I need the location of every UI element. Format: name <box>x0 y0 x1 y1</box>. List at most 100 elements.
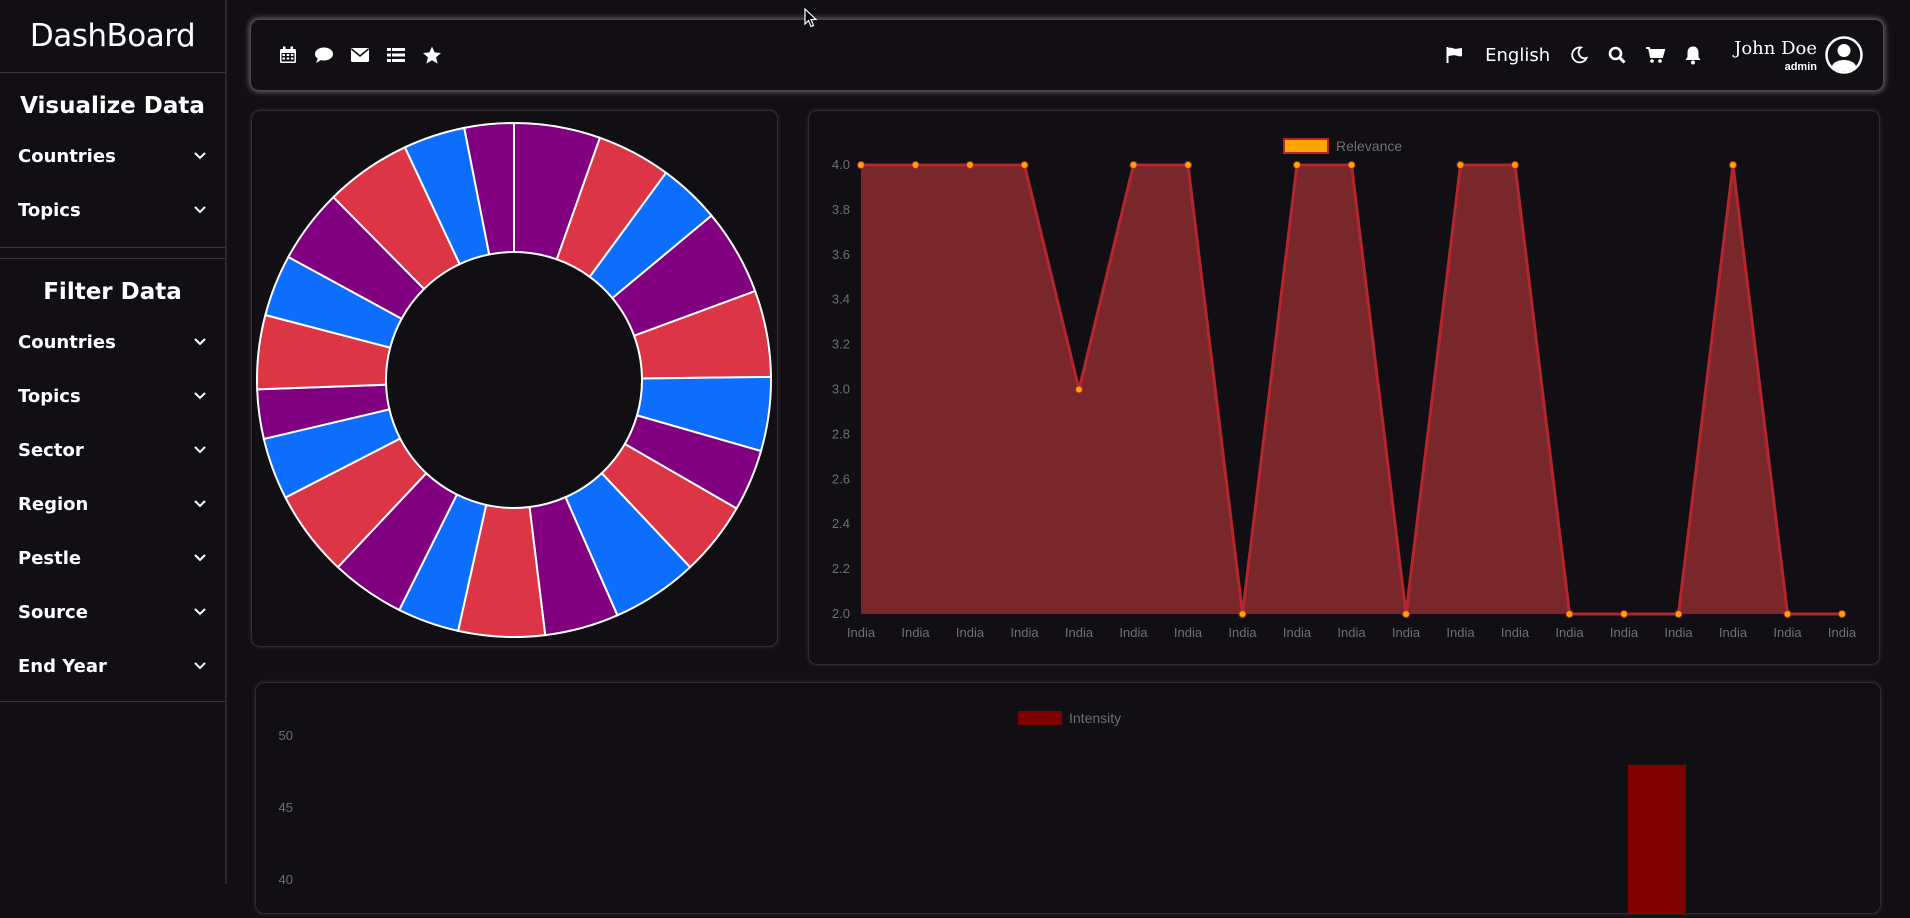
y-tick-label: 3.4 <box>832 292 850 307</box>
nav-label: Topics <box>18 199 81 221</box>
x-tick-label: India <box>1174 625 1203 640</box>
moon-icon[interactable] <box>1568 44 1590 66</box>
filter-sector-item[interactable]: Sector <box>0 423 225 477</box>
chevron-down-icon <box>193 389 207 403</box>
data-point[interactable] <box>1075 385 1083 394</box>
legend-label: Intensity <box>1069 710 1121 726</box>
brand-title: DashBoard <box>0 0 225 73</box>
avatar-icon[interactable] <box>1825 36 1863 74</box>
legend-label: Relevance <box>1336 138 1402 154</box>
data-point[interactable] <box>911 161 920 169</box>
x-tick-label: India <box>901 625 930 640</box>
filter-countries-item[interactable]: Countries <box>0 315 225 369</box>
data-point[interactable] <box>1238 610 1247 618</box>
y-tick-label: 3.6 <box>832 247 850 262</box>
sidebar: DashBoard Visualize Data Countries Topic… <box>0 0 227 884</box>
y-tick-label: 2.6 <box>832 471 850 486</box>
filter-region-item[interactable]: Region <box>0 477 225 531</box>
filter-title: Filter Data <box>43 279 182 305</box>
chevron-down-icon <box>193 203 207 217</box>
filter-end-year-item[interactable]: End Year <box>0 639 225 693</box>
x-tick-label: India <box>1664 625 1693 640</box>
y-tick-label: 50 <box>279 728 293 743</box>
filter-topics-item[interactable]: Topics <box>0 369 225 423</box>
nav-label: Pestle <box>18 547 82 569</box>
search-icon[interactable] <box>1606 44 1628 66</box>
donut-chart-card <box>252 111 777 646</box>
data-point[interactable] <box>1402 610 1410 618</box>
user-name: John Doe <box>1734 37 1817 59</box>
y-tick-label: 3.8 <box>832 202 850 217</box>
intensity-bar-chart: Intensity 50 45 40 <box>279 710 1686 913</box>
x-tick-label: India <box>1228 625 1257 640</box>
chevron-down-icon <box>193 497 207 511</box>
x-tick-label: India <box>847 625 876 640</box>
data-point[interactable] <box>966 161 974 169</box>
x-tick-label: India <box>1337 625 1366 640</box>
filter-pestle-item[interactable]: Pestle <box>0 531 225 585</box>
nav-label: Countries <box>18 331 116 353</box>
user-role: admin <box>1784 60 1817 73</box>
calendar-icon[interactable] <box>277 44 299 66</box>
navbar-right: English John Doe admin <box>1439 36 1863 74</box>
y-tick-label: 3.2 <box>832 337 850 352</box>
y-tick-label: 2.8 <box>832 426 850 441</box>
data-point[interactable] <box>1783 610 1792 618</box>
chart-legend: Relevance <box>1283 138 1402 154</box>
chevron-down-icon <box>193 605 207 619</box>
data-point[interactable] <box>857 161 865 169</box>
navbar-left-icons <box>277 44 457 66</box>
star-icon[interactable] <box>421 44 443 66</box>
x-tick-label: India <box>1719 625 1748 640</box>
nav-label: Countries <box>18 145 116 167</box>
chart-legend: Intensity <box>1018 710 1121 726</box>
language-selector[interactable]: English <box>1485 45 1550 66</box>
data-point[interactable] <box>1838 610 1846 618</box>
intensity-chart-card: Intensity 50 45 40 <box>256 683 1880 913</box>
data-point[interactable] <box>1565 610 1574 618</box>
data-point[interactable] <box>1184 161 1192 169</box>
data-point[interactable] <box>1293 161 1301 169</box>
envelope-icon[interactable] <box>349 44 371 66</box>
nav-label: Topics <box>18 385 81 407</box>
relevance-area-chart: Relevance 2.0 2.2 2.4 2.6 2.8 3.0 3.2 3.4 3.6 3.8… <box>832 138 1857 640</box>
y-tick-label: 2.2 <box>832 561 850 576</box>
x-tick-label: India <box>1610 625 1639 640</box>
user-info[interactable]: John Doe admin <box>1734 38 1817 73</box>
chevron-down-icon <box>193 551 207 565</box>
legend-swatch <box>1018 711 1062 725</box>
data-point[interactable] <box>1456 161 1465 169</box>
x-tick-label: India <box>1828 625 1857 640</box>
data-point[interactable] <box>1620 610 1628 618</box>
donut-chart <box>256 121 772 638</box>
visualize-countries-item[interactable]: Countries <box>0 129 225 183</box>
filter-section: Filter Data Countries Topics Sector Regi… <box>0 258 225 702</box>
x-tick-label: India <box>1773 625 1802 640</box>
bell-icon[interactable] <box>1682 44 1704 66</box>
y-tick-label: 4.0 <box>832 157 850 172</box>
data-point[interactable] <box>1020 161 1029 169</box>
relevance-chart-card: Relevance 2.0 2.2 2.4 2.6 2.8 3.0 3.2 3.4 3.6 3.8… <box>809 111 1879 664</box>
data-point[interactable] <box>1511 161 1519 169</box>
y-tick-label: 2.0 <box>832 606 850 621</box>
data-point[interactable] <box>1729 161 1737 169</box>
visualize-title: Visualize Data <box>20 93 205 119</box>
x-tick-label: India <box>1010 625 1039 640</box>
y-tick-label: 40 <box>279 872 293 887</box>
visualize-topics-item[interactable]: Topics <box>0 183 225 237</box>
nav-label: Region <box>18 493 89 515</box>
y-tick-label: 45 <box>279 800 293 815</box>
data-point[interactable] <box>1674 610 1683 618</box>
data-point[interactable] <box>1129 161 1138 169</box>
bar[interactable] <box>1628 764 1686 913</box>
data-point[interactable] <box>1347 161 1356 169</box>
cart-icon[interactable] <box>1644 44 1666 66</box>
list-icon[interactable] <box>385 44 407 66</box>
comment-icon[interactable] <box>313 44 335 66</box>
x-tick-label: India <box>1555 625 1584 640</box>
filter-source-item[interactable]: Source <box>0 585 225 639</box>
flag-icon[interactable] <box>1443 44 1465 66</box>
x-tick-label: India <box>956 625 985 640</box>
chevron-down-icon <box>193 335 207 349</box>
x-tick-label: India <box>1392 625 1421 640</box>
